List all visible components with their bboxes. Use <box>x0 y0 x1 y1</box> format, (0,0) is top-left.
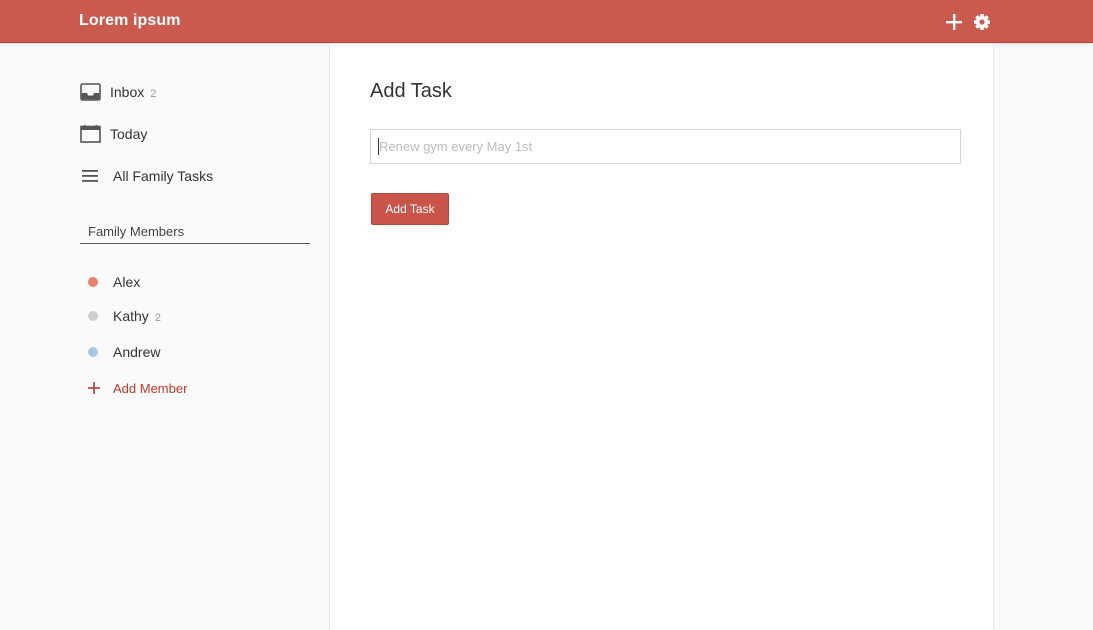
member-name: Alex <box>113 274 141 290</box>
member-color-dot <box>88 347 98 357</box>
text-cursor <box>378 138 379 155</box>
member-item-andrew[interactable]: Andrew <box>88 342 160 362</box>
sidebar-item-today[interactable]: Today <box>79 121 147 147</box>
plus-icon <box>88 382 100 394</box>
app-title: Lorem ipsum <box>79 12 181 29</box>
sidebar-item-label: Today <box>110 126 148 142</box>
member-name: Andrew <box>113 344 161 360</box>
sidebar-item-inbox[interactable]: Inbox 2 <box>79 79 156 105</box>
sidebar: Inbox 2 Today All Family Tasks Family Me… <box>0 44 330 630</box>
page-title: Add Task <box>370 80 452 102</box>
count-badge: 2 <box>154 311 161 324</box>
member-color-dot <box>88 311 98 321</box>
member-name: Kathy <box>113 308 149 324</box>
plus-icon[interactable] <box>945 13 963 31</box>
add-task-button[interactable]: Add Task <box>371 193 449 225</box>
inbox-icon <box>79 81 101 103</box>
sidebar-item-label: Inbox <box>110 84 145 100</box>
gear-icon[interactable] <box>973 13 991 31</box>
add-member-label: Add Member <box>113 380 188 396</box>
task-input[interactable] <box>370 129 961 164</box>
family-members-heading: Family Members <box>80 224 310 244</box>
sidebar-item-label: All Family Tasks <box>113 168 214 184</box>
add-member-button[interactable]: Add Member <box>88 378 187 398</box>
calendar-icon <box>79 123 101 145</box>
main-panel: Add Task Add Task <box>330 44 994 630</box>
member-item-alex[interactable]: Alex <box>88 272 140 292</box>
member-color-dot <box>88 277 98 287</box>
top-bar: Lorem ipsum <box>0 0 1093 43</box>
list-icon <box>79 165 101 187</box>
member-item-kathy[interactable]: Kathy 2 <box>88 306 161 326</box>
count-badge: 2 <box>150 87 157 100</box>
sidebar-item-all-family-tasks[interactable]: All Family Tasks <box>79 163 213 189</box>
